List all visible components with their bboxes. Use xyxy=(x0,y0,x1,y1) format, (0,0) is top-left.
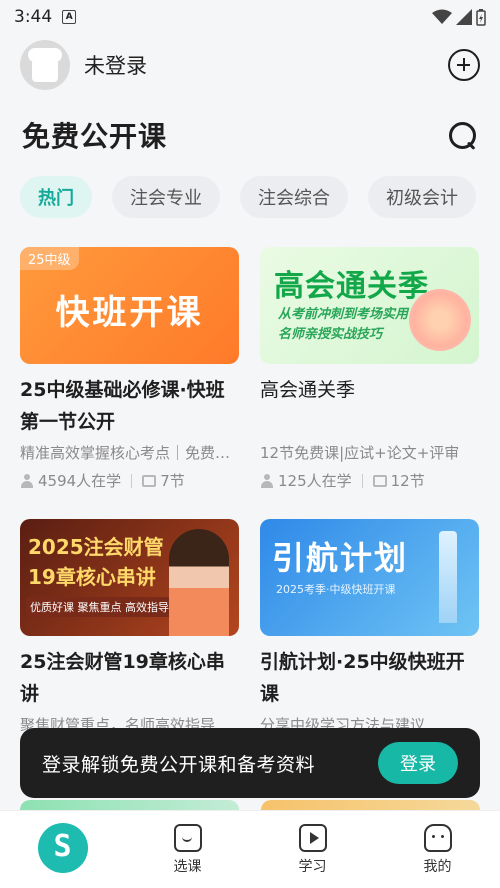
play-icon xyxy=(298,823,327,852)
course-meta: 4594人在学 7节 xyxy=(20,470,239,491)
learners-count: 125人在学 xyxy=(278,472,352,490)
course-card[interactable]: 25中级 快班开课 25中级基础必修课·快班第一节公开 精准高效掌握核心考点｜免… xyxy=(20,247,239,519)
lessons-count: 7节 xyxy=(160,472,185,490)
person-icon xyxy=(20,473,34,488)
thumb-subtext: 2025考季·中级快班开课 xyxy=(276,583,396,596)
thumb-badge: 25中级 xyxy=(20,247,79,270)
tab-cpa-professional[interactable]: 注会专业 xyxy=(112,176,220,218)
lessons-count: 12节 xyxy=(390,472,425,490)
layers-icon xyxy=(372,474,387,487)
thumb-text: 快班开课 xyxy=(55,293,204,333)
tabbar-me[interactable]: 我的 xyxy=(375,811,500,888)
divider xyxy=(131,473,133,488)
login-banner-text: 登录解锁免费公开课和备考资料 xyxy=(42,753,316,776)
thumb-text: 引航计划 xyxy=(272,539,409,577)
flower-illustration xyxy=(409,289,471,351)
login-banner: 登录解锁免费公开课和备考资料 登录 xyxy=(20,728,480,798)
page-title: 免费公开课 xyxy=(22,120,168,153)
login-status-label[interactable]: 未登录 xyxy=(84,50,147,80)
battery-icon xyxy=(476,8,486,26)
course-thumbnail[interactable]: 引航计划 2025考季·中级快班开课 xyxy=(260,519,479,636)
user-bar: 未登录 xyxy=(20,40,480,90)
tabbar-label: 选课 xyxy=(173,858,202,875)
shopping-bag-icon xyxy=(173,823,202,852)
thumb-subtext: 名师亲授实战技巧 xyxy=(278,327,383,342)
course-thumbnail[interactable]: 高会通关季 从考前冲刺到考场实用 名师亲授实战技巧 xyxy=(260,247,479,364)
course-desc: 精准高效掌握核心考点｜免费试听 xyxy=(20,444,239,462)
layers-icon xyxy=(142,474,157,487)
person-icon xyxy=(260,473,274,488)
lighthouse-illustration xyxy=(439,531,457,623)
course-thumbnail[interactable]: 25中级 快班开课 xyxy=(20,247,239,364)
thumb-subtext: 从考前冲刺到考场实用 xyxy=(278,307,409,322)
profile-icon xyxy=(423,823,452,852)
avatar[interactable] xyxy=(20,40,70,90)
bottom-tab-bar: 选课 学习 我的 xyxy=(0,810,500,888)
status-icons xyxy=(432,8,486,26)
status-bar: 3:44 A xyxy=(0,0,500,34)
notification-icon: A xyxy=(62,10,77,24)
thumb-text: 2025注会财管 xyxy=(28,535,164,559)
tabbar-home[interactable] xyxy=(0,811,125,888)
signal-icon xyxy=(456,9,472,25)
course-title[interactable]: 引航计划·25中级快班开课 xyxy=(260,646,479,710)
course-title[interactable]: 高会通关季 xyxy=(260,374,479,438)
add-icon[interactable] xyxy=(448,49,480,81)
tabbar-label: 学习 xyxy=(298,858,327,875)
course-thumbnail[interactable]: 2025注会财管 19章核心串讲 优质好课 聚焦重点 高效指导 xyxy=(20,519,239,636)
tab-cpa-comprehensive[interactable]: 注会综合 xyxy=(240,176,348,218)
course-desc: 12节免费课|应试+论文+评审 xyxy=(260,444,460,462)
status-time: 3:44 xyxy=(14,7,53,27)
tabbar-courses[interactable]: 选课 xyxy=(125,811,250,888)
tab-junior-accounting[interactable]: 初级会计 xyxy=(368,176,476,218)
learners-count: 4594人在学 xyxy=(38,472,122,490)
thumb-text: 19章核心串讲 xyxy=(28,565,156,589)
divider xyxy=(361,473,363,488)
search-icon[interactable] xyxy=(446,119,478,151)
tabbar-study[interactable]: 学习 xyxy=(250,811,375,888)
thumb-text: 高会通关季 xyxy=(274,269,429,304)
thumb-tags: 优质好课 聚焦重点 高效指导 xyxy=(26,597,173,617)
home-logo-icon[interactable] xyxy=(37,822,88,873)
tab-hot[interactable]: 热门 xyxy=(20,176,92,218)
tabbar-label: 我的 xyxy=(423,858,452,875)
login-button[interactable]: 登录 xyxy=(378,742,458,784)
course-title[interactable]: 25注会财管19章核心串讲 xyxy=(20,646,239,710)
course-meta: 125人在学 12节 xyxy=(260,470,479,491)
category-tabs: 热门 注会专业 注会综合 初级会计 xyxy=(20,176,500,218)
course-title[interactable]: 25中级基础必修课·快班第一节公开 xyxy=(20,374,239,438)
course-card[interactable]: 高会通关季 从考前冲刺到考场实用 名师亲授实战技巧 高会通关季 12节免费课|应… xyxy=(260,247,479,519)
wifi-icon xyxy=(432,9,452,24)
title-row: 免费公开课 xyxy=(22,112,478,158)
course-grid: 25中级 快班开课 25中级基础必修课·快班第一节公开 精准高效掌握核心考点｜免… xyxy=(20,247,480,791)
teacher-photo xyxy=(169,529,229,636)
